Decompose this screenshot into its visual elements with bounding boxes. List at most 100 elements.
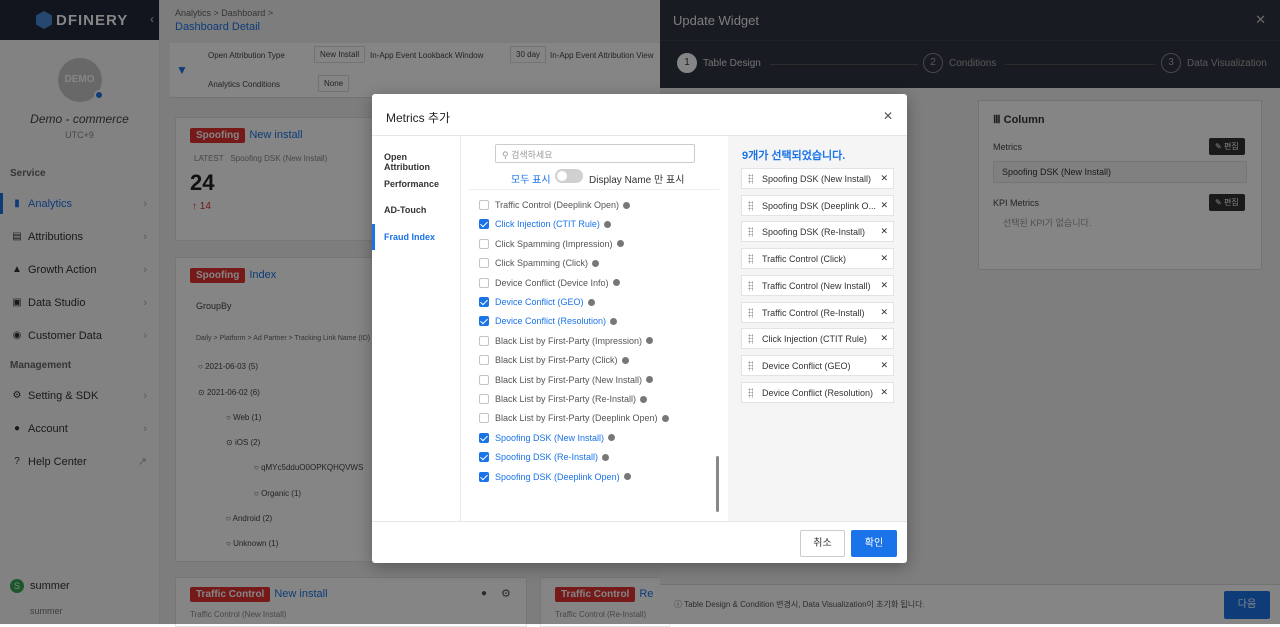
info-icon[interactable] — [587, 298, 595, 306]
metric-label: Click Spamming (Click) — [495, 258, 589, 269]
chip-label: Traffic Control (Click) — [762, 254, 847, 265]
checkbox[interactable] — [479, 394, 489, 404]
info-icon[interactable] — [661, 414, 669, 422]
checkbox[interactable] — [479, 316, 489, 327]
metric-label: Black List by First-Party (Impression) — [495, 335, 643, 346]
modal-title: Metrics 추가 — [386, 111, 451, 125]
selected-metric-chip[interactable]: Spoofing DSK (Re-Install) ✕ — [741, 221, 894, 243]
metric-checkbox-item[interactable]: Device Conflict (Resolution) — [479, 313, 618, 329]
scrollbar[interactable] — [716, 456, 719, 512]
chip-label: Traffic Control (Re-Install) — [762, 307, 865, 318]
checkbox[interactable] — [479, 374, 489, 385]
checkbox[interactable] — [479, 413, 489, 424]
selected-metric-chip[interactable]: Spoofing DSK (New Install) ✕ — [741, 168, 894, 189]
cancel-button[interactable]: 취소 — [800, 530, 845, 557]
selected-metric-chip[interactable]: Spoofing DSK (Deeplink O... ✕ — [741, 194, 894, 216]
info-icon[interactable] — [612, 279, 620, 287]
remove-icon[interactable]: ✕ — [880, 360, 888, 371]
info-icon[interactable] — [623, 473, 631, 481]
info-icon[interactable] — [646, 376, 654, 384]
drag-handle-icon[interactable] — [748, 254, 753, 265]
metric-checkbox-item[interactable]: Spoofing DSK (New Install) — [479, 430, 616, 446]
display-name-label: Display Name 만 표시 — [589, 175, 685, 186]
metric-checkbox-item[interactable]: Spoofing DSK (Deeplink Open) — [479, 469, 631, 485]
search-placeholder: 검색하세요 — [511, 150, 553, 160]
metric-checkbox-item[interactable]: Black List by First-Party (Impression) — [479, 333, 654, 349]
selected-count: 9개가 선택되었습니다. — [742, 150, 846, 162]
metric-checkbox-item[interactable]: Black List by First-Party (New Install) — [479, 372, 654, 388]
metric-checkbox-item[interactable]: Black List by First-Party (Click) — [479, 352, 629, 368]
info-icon[interactable] — [608, 434, 616, 442]
selected-metric-chip[interactable]: Device Conflict (GEO) ✕ — [741, 354, 894, 376]
checkbox[interactable] — [479, 258, 489, 269]
metric-checkbox-item[interactable]: Black List by First-Party (Re-Install) — [479, 391, 648, 407]
remove-icon[interactable]: ✕ — [880, 387, 888, 398]
checkbox[interactable] — [479, 335, 489, 346]
remove-icon[interactable]: ✕ — [880, 333, 888, 344]
checkbox[interactable] — [479, 432, 489, 443]
metrics-add-modal: Metrics 추가 ✕ Open Attribution Performanc… — [372, 94, 907, 563]
search-input[interactable]: ⚲ 검색하세요 — [495, 144, 695, 163]
checkbox[interactable] — [479, 219, 489, 230]
drag-handle-icon[interactable] — [748, 200, 753, 211]
drag-handle-icon[interactable] — [748, 227, 753, 238]
drag-handle-icon[interactable] — [748, 280, 753, 291]
drag-handle-icon[interactable] — [748, 174, 753, 184]
metric-checkbox-item[interactable]: Black List by First-Party (Deeplink Open… — [479, 410, 669, 426]
selected-metric-chip[interactable]: Click Injection (CTIT Rule) ✕ — [741, 328, 894, 350]
remove-icon[interactable]: ✕ — [880, 200, 888, 211]
display-toggle-row: 모두 표시 Display Name 만 표시 — [461, 169, 728, 186]
category-fraud-index[interactable]: Fraud Index — [372, 224, 461, 250]
info-icon[interactable] — [646, 337, 654, 345]
selected-metric-chip[interactable]: Traffic Control (New Install) ✕ — [741, 274, 894, 296]
info-icon[interactable] — [602, 453, 610, 461]
metric-label: Traffic Control (Deeplink Open) — [495, 200, 620, 210]
confirm-button[interactable]: 확인 — [851, 530, 897, 557]
metric-checkbox-item[interactable]: Click Spamming (Click) — [479, 255, 600, 271]
remove-icon[interactable]: ✕ — [880, 307, 888, 318]
metric-label: Black List by First-Party (Deeplink Open… — [495, 413, 658, 424]
close-icon[interactable]: ✕ — [883, 109, 893, 123]
checkbox[interactable] — [479, 238, 489, 249]
metric-checkbox-item[interactable]: Device Conflict (Device Info) — [479, 275, 620, 291]
checkbox[interactable] — [479, 471, 489, 482]
info-icon[interactable] — [621, 356, 629, 364]
checkbox[interactable] — [479, 452, 489, 463]
remove-icon[interactable]: ✕ — [880, 280, 888, 291]
remove-icon[interactable]: ✕ — [880, 253, 888, 264]
drag-handle-icon[interactable] — [748, 307, 753, 318]
checkbox[interactable] — [479, 355, 489, 366]
category-performance[interactable]: Performance — [372, 171, 461, 197]
selected-metric-chip[interactable]: Traffic Control (Click) ✕ — [741, 248, 894, 270]
remove-icon[interactable]: ✕ — [880, 226, 888, 237]
selected-metric-chip[interactable]: Device Conflict (Resolution) ✕ — [741, 381, 894, 403]
chip-label: Device Conflict (GEO) — [762, 360, 851, 371]
metric-checkbox-item[interactable]: Click Injection (CTIT Rule) — [479, 216, 611, 232]
checkbox[interactable] — [479, 297, 489, 307]
chip-label: Spoofing DSK (Deeplink O... — [762, 200, 877, 211]
info-icon[interactable] — [603, 220, 611, 228]
info-icon[interactable] — [592, 259, 600, 267]
metric-checkbox-item[interactable]: Click Spamming (Impression) — [479, 236, 624, 252]
selected-metric-chip[interactable]: Traffic Control (Re-Install) ✕ — [741, 301, 894, 323]
category-ad-touch[interactable]: AD-Touch — [372, 197, 461, 223]
metric-picker: ⚲ 검색하세요 모두 표시 Display Name 만 표시 Traffic … — [461, 136, 728, 522]
checkbox[interactable] — [479, 200, 489, 210]
info-icon[interactable] — [640, 395, 648, 403]
metric-checkbox-item[interactable]: Traffic Control (Deeplink Open) — [479, 197, 631, 213]
drag-handle-icon[interactable] — [748, 387, 753, 398]
drag-handle-icon[interactable] — [748, 360, 753, 371]
metric-label: Black List by First-Party (Re-Install) — [495, 394, 637, 404]
metric-checkbox-item[interactable]: Device Conflict (GEO) — [479, 294, 595, 310]
category-open-attribution[interactable]: Open Attribution — [372, 144, 461, 172]
info-icon[interactable] — [616, 240, 624, 248]
checkbox[interactable] — [479, 277, 489, 288]
drag-handle-icon[interactable] — [748, 334, 753, 345]
display-name-toggle[interactable] — [555, 169, 583, 183]
metric-checkbox-item[interactable]: Spoofing DSK (Re-Install) — [479, 449, 610, 465]
remove-icon[interactable]: ✕ — [880, 173, 888, 184]
metric-label: Click Injection (CTIT Rule) — [495, 219, 600, 230]
info-icon[interactable] — [623, 201, 631, 209]
toggle-knob — [557, 171, 567, 181]
info-icon[interactable] — [610, 317, 618, 325]
